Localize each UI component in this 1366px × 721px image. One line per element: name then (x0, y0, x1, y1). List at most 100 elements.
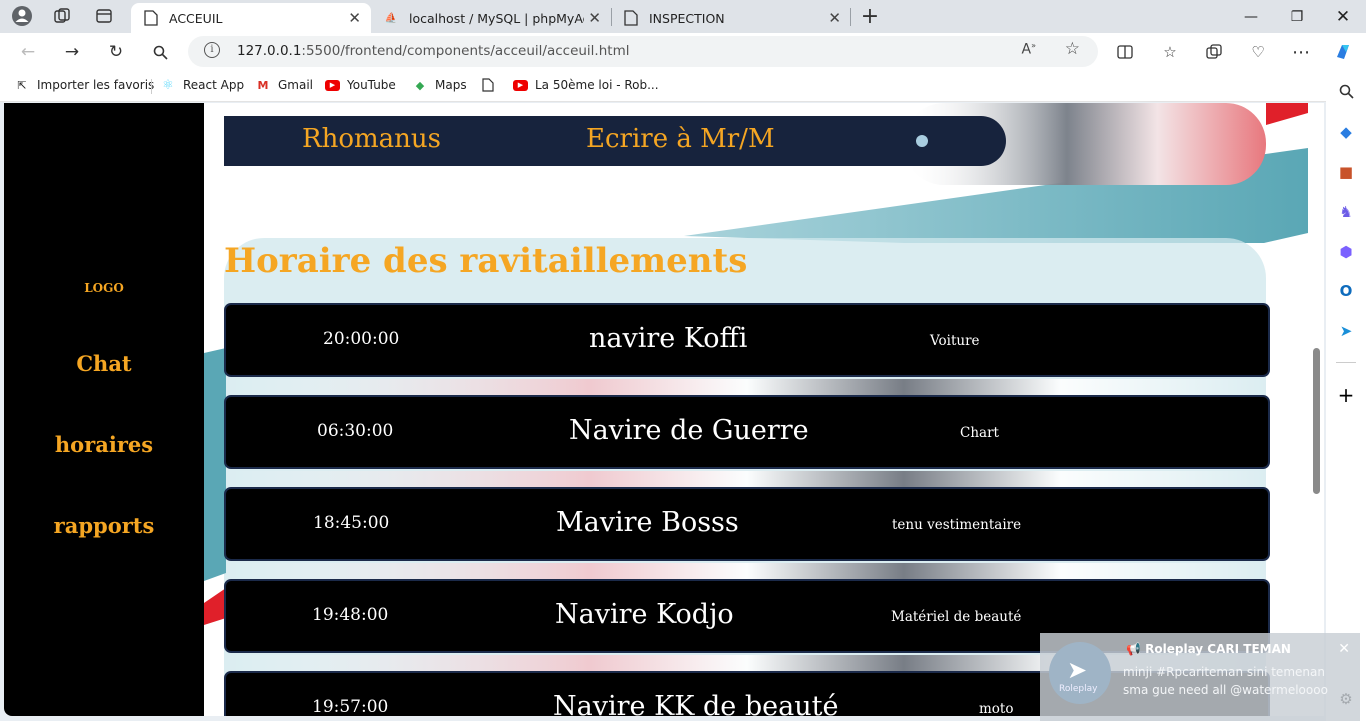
scrollbar-thumb[interactable] (1313, 348, 1320, 494)
url-text: 127.0.0.1:5500/frontend/components/acceu… (237, 43, 630, 59)
phpmyadmin-icon: ⛵ (384, 12, 398, 24)
schedule-time: 06:30:00 (317, 421, 394, 441)
tab-title: localhost / MySQL | phpMyAdmin (409, 10, 584, 26)
search-icon[interactable] (146, 39, 174, 65)
write-to-link[interactable]: Ecrire à Mr/M (586, 124, 775, 154)
schedule-ship: Navire Kodjo (555, 599, 734, 630)
schedule-category: Chart (960, 425, 999, 441)
drop-icon[interactable]: ➤ (1333, 319, 1359, 343)
tab-phpmyadmin[interactable]: ⛵ localhost / MySQL | phpMyAdmin ✕ (371, 3, 611, 33)
site-info-icon[interactable]: i (204, 42, 220, 58)
bookmark-label: YouTube (347, 78, 396, 92)
schedule-card[interactable]: 06:30:00 Navire de Guerre Chart (224, 395, 1270, 469)
shopping-tag-icon[interactable]: ◆ (1333, 120, 1359, 144)
notification-text: minji #Rpcariteman sini temenan (1123, 665, 1325, 679)
split-screen-icon[interactable] (1112, 39, 1138, 65)
outlook-icon[interactable]: O (1333, 279, 1359, 303)
schedule-time: 18:45:00 (313, 513, 390, 533)
gmail-icon: M (257, 78, 269, 92)
bookmark-separator (151, 79, 152, 94)
restore-icon[interactable]: ❐ (1274, 3, 1320, 30)
tools-icon[interactable]: ■ (1333, 160, 1359, 184)
schedule-time: 19:57:00 (312, 697, 389, 716)
edge-sidebar: ◆ ■ ♞ ⬢ O ➤ + ⚙ (1326, 70, 1366, 721)
bookmark-label: Maps (435, 78, 467, 92)
top-bar: Rhomanus Ecrire à Mr/M (224, 116, 1006, 166)
back-icon[interactable]: ← (14, 39, 42, 65)
profile-icon[interactable] (10, 5, 34, 27)
close-tab-icon[interactable]: ✕ (588, 9, 601, 27)
react-icon: ⚛ (162, 77, 174, 93)
schedule-card[interactable]: 18:45:00 Mavire Bosss tenu vestimentaire (224, 487, 1270, 561)
tab-strip: ACCEUIL ✕ ⛵ localhost / MySQL | phpMyAdm… (0, 0, 1366, 33)
schedule-ship: Mavire Bosss (556, 507, 739, 538)
favorite-star-icon[interactable]: ☆ (1065, 39, 1080, 59)
add-icon[interactable]: + (1333, 383, 1359, 407)
avatar-caption: Roleplay (1059, 684, 1098, 694)
workspaces-icon[interactable] (50, 5, 74, 27)
tab-title: ACCEUIL (169, 10, 223, 26)
nav-link-chat[interactable]: Chat (4, 351, 204, 376)
bookmark-label: React App (183, 78, 245, 92)
youtube-icon: ▶ (513, 79, 528, 91)
page-scrollbar[interactable] (1309, 103, 1324, 716)
nav-link-horaires[interactable]: horaires (4, 432, 204, 457)
schedule-category: Matériel de beauté (891, 609, 1022, 625)
edge-sidebar-divider (1336, 362, 1356, 363)
collections-icon[interactable] (1201, 39, 1227, 65)
notification-avatar: ➤ Roleplay (1049, 642, 1111, 704)
schedule-category: moto (979, 701, 1014, 716)
close-notification-icon[interactable]: ✕ (1338, 641, 1350, 657)
favorites-icon[interactable]: ☆ (1157, 39, 1183, 65)
tab-actions-icon[interactable] (92, 5, 116, 27)
schedule-category: Voiture (930, 333, 980, 349)
logo: LOGO (84, 281, 124, 295)
bookmark-maps[interactable]: ◆ Maps (412, 78, 467, 92)
page-icon (143, 10, 159, 26)
bookmark-youtube[interactable]: ▶ YouTube (325, 78, 396, 92)
games-icon[interactable]: ♞ (1333, 200, 1359, 224)
bookmark-gmail[interactable]: M Gmail (255, 78, 314, 92)
read-aloud-icon[interactable]: A» (1022, 41, 1036, 58)
tab-inspection[interactable]: INSPECTION ✕ (611, 3, 851, 33)
schedule-time: 20:00:00 (323, 329, 400, 349)
microsoft365-icon[interactable]: ⬢ (1333, 240, 1359, 264)
nav-link-rapports[interactable]: rapports (4, 513, 204, 538)
bookmark-label: Importer les favoris (37, 78, 155, 92)
more-menu-icon[interactable]: ⋯ (1288, 39, 1314, 65)
bookmarks-bar: ⇱ Importer les favoris ⚛ React App M Gma… (0, 70, 1326, 102)
schedule-ship: navire Koffi (589, 323, 748, 354)
document-icon (480, 78, 496, 92)
browser-toolbar: ← → ↻ i 127.0.0.1:5500/frontend/componen… (0, 33, 1366, 70)
browser-essentials-icon[interactable]: ♡ (1245, 39, 1271, 65)
bookmark-importer[interactable]: ⇱ Importer les favoris (14, 78, 154, 92)
reload-icon[interactable]: ↻ (102, 39, 130, 65)
close-window-icon[interactable]: ✕ (1320, 3, 1366, 30)
schedule-ship: Navire KK de beauté (553, 691, 839, 716)
app-sidebar: LOGO Chat horaires rapports (4, 103, 204, 716)
copilot-icon[interactable] (1330, 39, 1356, 65)
bookmark-la-50eme-loi[interactable]: ▶ La 50ème loi - Rob... (513, 78, 659, 92)
bookmark-label: Gmail (278, 78, 314, 92)
bookmark-react-app[interactable]: ⚛ React App (160, 77, 245, 93)
tab-acceuil[interactable]: ACCEUIL ✕ (131, 3, 371, 33)
schedule-card[interactable]: 20:00:00 navire Koffi Voiture (224, 303, 1270, 377)
status-dot-icon[interactable] (916, 135, 928, 147)
notification-text: sma gue need all @watermeloooo (1123, 683, 1328, 697)
maps-icon: ◆ (415, 78, 425, 92)
user-name: Rhomanus (302, 124, 441, 154)
close-tab-icon[interactable]: ✕ (348, 9, 361, 27)
new-tab-icon[interactable]: + (858, 4, 882, 29)
notification-toast[interactable]: ➤ Roleplay 📢 Roleplay CARI TEMAN minji #… (1040, 633, 1360, 721)
bookmark-document[interactable] (480, 78, 503, 92)
search-icon[interactable] (1333, 79, 1359, 103)
schedule-ship: Navire de Guerre (569, 415, 809, 446)
close-tab-icon[interactable]: ✕ (828, 9, 841, 27)
address-bar[interactable]: i 127.0.0.1:5500/frontend/components/acc… (188, 36, 1098, 67)
page-title: Horaire des ravitaillements (224, 241, 748, 281)
import-icon: ⇱ (17, 78, 27, 92)
schedule-time: 19:48:00 (312, 605, 389, 625)
forward-icon[interactable]: → (58, 39, 86, 65)
notification-title: 📢 Roleplay CARI TEMAN (1126, 642, 1291, 656)
minimize-icon[interactable]: — (1228, 3, 1274, 30)
